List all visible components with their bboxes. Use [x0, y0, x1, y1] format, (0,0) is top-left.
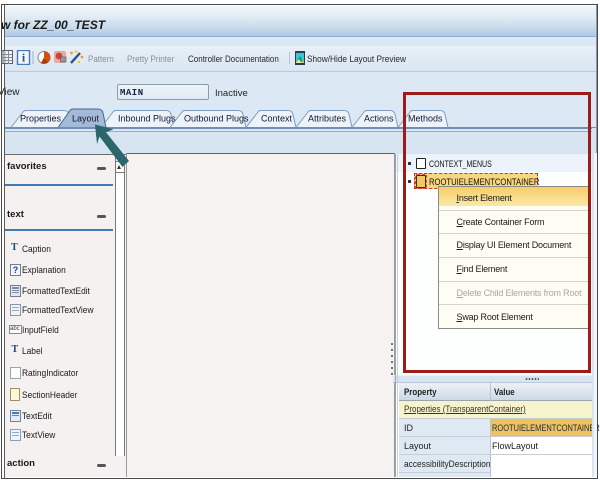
svg-text:Properties: Properties: [20, 114, 62, 124]
svg-text:Outbound Plugs: Outbound Plugs: [184, 114, 249, 124]
svg-text:Layout: Layout: [72, 114, 100, 124]
svg-text:Inbound Plugs: Inbound Plugs: [118, 114, 176, 124]
svg-text:Actions: Actions: [364, 114, 394, 124]
svg-text:Methods: Methods: [408, 114, 443, 124]
svg-text:Context: Context: [261, 114, 293, 124]
svg-text:Attributes: Attributes: [308, 114, 347, 124]
